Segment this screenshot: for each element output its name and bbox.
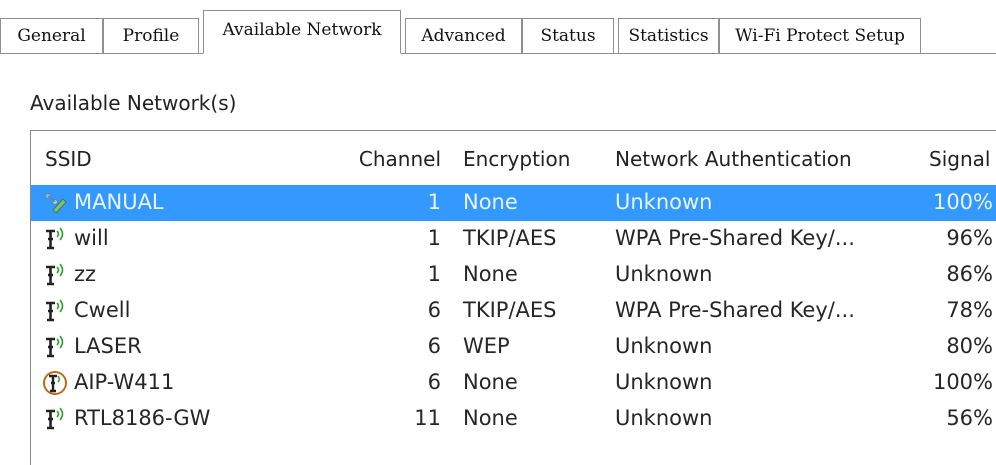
network-ssid: AIP-W411 xyxy=(74,370,175,394)
network-authentication: Unknown xyxy=(615,370,713,394)
ap-signal-icon xyxy=(43,334,69,360)
column-header-ssid[interactable]: SSID xyxy=(45,147,92,171)
network-encryption: TKIP/AES xyxy=(463,226,557,250)
network-channel: 6 xyxy=(427,370,441,394)
tab-status[interactable]: Status xyxy=(522,18,614,53)
network-authentication: WPA Pre-Shared Key/... xyxy=(615,298,855,322)
network-signal: 86% xyxy=(946,262,993,286)
tab-advanced[interactable]: Advanced xyxy=(405,18,522,53)
tab-strip: General Profile Available Network Advanc… xyxy=(0,0,996,54)
network-ssid: LASER xyxy=(74,334,142,358)
network-channel: 1 xyxy=(427,226,441,250)
table-row[interactable]: zz 1 None Unknown 86% xyxy=(31,257,996,293)
network-ssid: RTL8186-GW xyxy=(74,406,211,430)
column-header-channel[interactable]: Channel xyxy=(331,147,441,171)
table-row[interactable]: Cwell 6 TKIP/AES WPA Pre-Shared Key/... … xyxy=(31,293,996,329)
network-channel: 11 xyxy=(414,406,441,430)
network-ssid: zz xyxy=(74,262,97,286)
table-row[interactable]: MANUAL 1 None Unknown 100% xyxy=(31,185,996,221)
tab-general[interactable]: General xyxy=(0,18,103,53)
column-header-authentication[interactable]: Network Authentication xyxy=(615,147,852,171)
network-signal: 80% xyxy=(946,334,993,358)
network-encryption: TKIP/AES xyxy=(463,298,557,322)
network-ssid: will xyxy=(74,226,109,250)
network-signal: 100% xyxy=(932,370,993,394)
network-signal: 100% xyxy=(932,190,993,214)
network-authentication: Unknown xyxy=(615,262,713,286)
network-signal: 78% xyxy=(946,298,993,322)
ap-signal-icon xyxy=(43,406,69,432)
tab-available-network[interactable]: Available Network xyxy=(203,10,401,54)
ap-connected-icon xyxy=(43,370,69,396)
network-signal: 56% xyxy=(946,406,993,430)
ap-signal-icon xyxy=(43,298,69,324)
column-header-encryption[interactable]: Encryption xyxy=(463,147,570,171)
network-authentication: Unknown xyxy=(615,406,713,430)
network-authentication: Unknown xyxy=(615,190,713,214)
table-row[interactable]: AIP-W411 6 None Unknown 100% xyxy=(31,365,996,401)
tab-statistics[interactable]: Statistics xyxy=(618,18,719,53)
tab-wifi-protect-setup[interactable]: Wi-Fi Protect Setup xyxy=(719,18,921,53)
table-row[interactable]: RTL8186-GW 11 None Unknown 56% xyxy=(31,401,996,437)
network-channel: 6 xyxy=(427,334,441,358)
network-authentication: Unknown xyxy=(615,334,713,358)
available-networks-label: Available Network(s) xyxy=(30,91,237,115)
network-encryption: None xyxy=(463,370,518,394)
table-row[interactable]: will 1 TKIP/AES WPA Pre-Shared Key/... 9… xyxy=(31,221,996,257)
tab-baseline xyxy=(0,53,996,54)
network-channel: 1 xyxy=(427,262,441,286)
network-signal: 96% xyxy=(946,226,993,250)
network-list-header: SSID Channel Encryption Network Authenti… xyxy=(31,131,996,183)
network-channel: 1 xyxy=(427,190,441,214)
column-header-signal[interactable]: Signal xyxy=(929,147,990,171)
network-encryption: WEP xyxy=(463,334,510,358)
tab-profile[interactable]: Profile xyxy=(103,18,199,53)
network-encryption: None xyxy=(463,262,518,286)
network-list[interactable]: SSID Channel Encryption Network Authenti… xyxy=(30,130,996,465)
network-rows: MANUAL 1 None Unknown 100% will 1 TKIP/A… xyxy=(31,185,996,437)
network-channel: 6 xyxy=(427,298,441,322)
table-row[interactable]: LASER 6 WEP Unknown 80% xyxy=(31,329,996,365)
network-ssid: MANUAL xyxy=(74,190,164,214)
network-encryption: None xyxy=(463,406,518,430)
ap-signal-icon xyxy=(43,262,69,288)
ap-signal-icon xyxy=(43,226,69,252)
network-encryption: None xyxy=(463,190,518,214)
manual-network-icon xyxy=(43,190,69,216)
network-authentication: WPA Pre-Shared Key/... xyxy=(615,226,855,250)
network-ssid: Cwell xyxy=(74,298,131,322)
